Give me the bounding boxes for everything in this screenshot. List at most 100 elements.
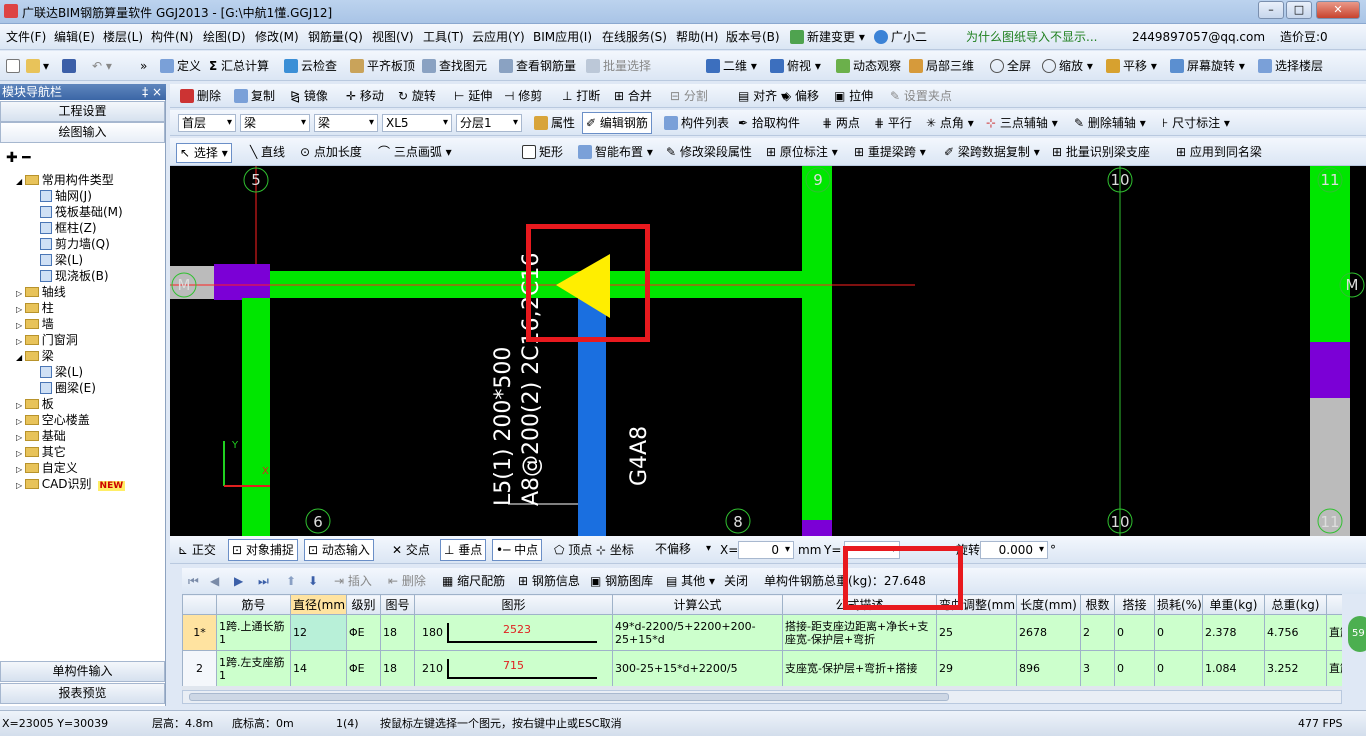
table-cell[interactable]: 25 xyxy=(936,614,1017,651)
table-cell[interactable]: 1.084 xyxy=(1202,650,1265,687)
table-cell[interactable]: 支座宽-保护层+弯折+搭接 xyxy=(782,650,937,687)
two-points-button[interactable]: ⋕ 两点 xyxy=(822,114,860,132)
project-settings-button[interactable]: 工程设置 xyxy=(0,101,165,122)
table-cell[interactable]: 0 xyxy=(1114,614,1155,651)
table-cell[interactable]: 0 xyxy=(1114,650,1155,687)
select-floor-button[interactable]: 选择楼层 xyxy=(1258,57,1323,75)
split-button[interactable]: ⊟ 分割 xyxy=(670,87,708,105)
beam-vertical-mid[interactable] xyxy=(802,166,832,536)
table-cell[interactable]: 300-25+15*d+2200/5 xyxy=(612,650,783,687)
menu-new-change[interactable]: 新建变更 ▾ xyxy=(790,28,865,46)
modify-span-attr-button[interactable]: ✎ 修改梁段属性 xyxy=(666,143,752,161)
move-down-icon[interactable]: ⬇ xyxy=(308,572,318,590)
menu-edit[interactable]: 编辑(E) xyxy=(54,28,95,46)
tree-item[interactable]: 筏板基础(M) xyxy=(40,204,123,220)
scrollbar-thumb[interactable] xyxy=(189,693,949,701)
column-header[interactable]: 钢 xyxy=(1326,594,1342,615)
new-file-icon[interactable] xyxy=(6,57,23,75)
table-row[interactable]: 2 1跨.左支座筋1 14 ΦE 18 210 715 300-25+15*d+2200/5 支… xyxy=(182,650,1342,687)
table-cell[interactable]: 14 xyxy=(290,650,347,687)
menu-modify[interactable]: 修改(M) xyxy=(255,28,299,46)
column-header[interactable]: 搭接 xyxy=(1114,594,1155,615)
table-cell[interactable]: 2 xyxy=(1080,614,1115,651)
tree-item[interactable]: 圈梁(E) xyxy=(40,380,96,396)
minimize-button[interactable]: – xyxy=(1258,1,1284,19)
save-icon[interactable] xyxy=(62,57,79,75)
account-email[interactable]: 2449897057@qq.com xyxy=(1132,28,1265,46)
table-cell[interactable]: 49*d-2200/5+2200+200-25+15*d xyxy=(612,614,783,651)
column-header[interactable]: 总重(kg) xyxy=(1264,594,1327,615)
expand-collapse-icons[interactable]: ✚ ━ xyxy=(6,150,31,166)
column-header[interactable]: 长度(mm) xyxy=(1016,594,1081,615)
table-cell[interactable]: 直筋 xyxy=(1326,614,1342,651)
layer-select[interactable]: 分层1 xyxy=(456,114,522,132)
intersection-snap[interactable]: ✕ 交点 xyxy=(392,541,430,559)
tree-item[interactable]: ▷ CAD识别 NEW xyxy=(16,476,126,494)
table-cell[interactable]: 3.252 xyxy=(1264,650,1327,687)
trim-button[interactable]: ⊣ 修剪 xyxy=(504,87,542,105)
move-button[interactable]: ✛ 移动 xyxy=(346,87,384,105)
column-header[interactable] xyxy=(182,594,217,615)
floating-badge[interactable]: 59 xyxy=(1348,616,1366,652)
table-cell[interactable]: 0 xyxy=(1154,650,1203,687)
rotate-input[interactable]: 0.000 xyxy=(980,541,1048,559)
define-button[interactable]: 定义 xyxy=(160,57,201,75)
table-cell[interactable]: 12 xyxy=(290,614,347,651)
cloud-check-button[interactable]: 云检查 xyxy=(284,57,337,75)
maximize-button[interactable]: □ xyxy=(1286,1,1312,19)
table-cell[interactable]: 4.756 xyxy=(1264,614,1327,651)
dynamic-view-button[interactable]: 动态观察 xyxy=(836,57,901,75)
copy-span-data-dropdown[interactable]: ✐ 梁跨数据复制 ▾ xyxy=(944,143,1040,161)
beam-label-size[interactable]: L5(1) 200*500 xyxy=(491,347,516,506)
table-cell[interactable]: 210 715 xyxy=(414,650,613,687)
expand-icon[interactable]: ▷ xyxy=(16,417,25,426)
offset-select[interactable]: 不偏移 xyxy=(652,541,714,559)
expand-icon[interactable]: ◢ xyxy=(16,353,25,362)
tree-item[interactable]: 梁(L) xyxy=(40,364,83,380)
column-header[interactable]: 图形 xyxy=(414,594,613,615)
nav-last-icon[interactable]: ⏭ xyxy=(258,572,269,590)
drawing-input-button[interactable]: 绘图输入 xyxy=(0,122,165,143)
align-slab-top-button[interactable]: 平齐板顶 xyxy=(350,57,415,75)
expand-icon[interactable]: ▷ xyxy=(16,433,25,442)
ortho-toggle[interactable]: ⊾ 正交 xyxy=(178,541,216,559)
column[interactable] xyxy=(1310,342,1350,398)
stretch-button[interactable]: ▣ 拉伸 xyxy=(834,87,873,105)
component-select[interactable]: XL5 xyxy=(382,114,452,132)
column[interactable] xyxy=(214,264,270,300)
re-extract-span-dropdown[interactable]: ⊞ 重提梁跨 ▾ xyxy=(854,143,926,161)
rotate-button[interactable]: ↻ 旋转 xyxy=(398,87,436,105)
scale-rebar-button[interactable]: ▦ 缩尺配筋 xyxy=(442,572,505,590)
copy-button[interactable]: 复制 xyxy=(234,87,275,105)
report-preview-button[interactable]: 报表预览 xyxy=(0,683,165,704)
menu-draw[interactable]: 绘图(D) xyxy=(203,28,246,46)
mirror-button[interactable]: ⧎ 镜像 xyxy=(290,87,328,105)
rebar-library-button[interactable]: ▣ 钢筋图库 xyxy=(590,572,653,590)
in-place-annotation-dropdown[interactable]: ⊞ 原位标注 ▾ xyxy=(766,143,838,161)
perpendicular-snap[interactable]: ⊥ 垂点 xyxy=(440,539,487,561)
rectangle-button[interactable]: 矩形 xyxy=(522,143,563,161)
table-cell[interactable]: ΦE xyxy=(346,650,381,687)
expand-icon[interactable]: ▷ xyxy=(16,305,25,314)
nav-prev-icon[interactable]: ◀ xyxy=(210,572,219,590)
tree-item[interactable]: 现浇板(B) xyxy=(40,268,109,284)
single-component-input-button[interactable]: 单构件输入 xyxy=(0,661,165,682)
open-folder-icon[interactable]: ▾ xyxy=(26,57,49,75)
table-cell[interactable]: ΦE xyxy=(346,614,381,651)
table-cell[interactable]: 2678 xyxy=(1016,614,1081,651)
dynamic-input-toggle[interactable]: ⊡ 动态输入 xyxy=(304,539,374,561)
rebar-info-button[interactable]: ⊞ 钢筋信息 xyxy=(518,572,580,590)
extend-button[interactable]: ⊢ 延伸 xyxy=(454,87,492,105)
column-header[interactable]: 单重(kg) xyxy=(1202,594,1265,615)
three-point-axis-dropdown[interactable]: ⊹ 三点辅轴 ▾ xyxy=(986,114,1058,132)
menu-version[interactable]: 版本号(B) xyxy=(726,28,780,46)
tree-item[interactable]: 剪力墙(Q) xyxy=(40,236,110,252)
beam-vertical-left[interactable] xyxy=(242,298,270,536)
horizontal-scrollbar[interactable] xyxy=(182,690,1342,704)
menu-rebar[interactable]: 钢筋量(Q) xyxy=(308,28,363,46)
table-row[interactable]: 1* 1跨.上通长筋1 12 ΦE 18 180 2523 49*d-2200/5+2200+… xyxy=(182,614,1342,651)
overflow-icon[interactable]: » xyxy=(140,57,147,75)
zoom-dropdown[interactable]: 缩放 ▾ xyxy=(1042,57,1093,75)
drawing-canvas[interactable]: 5 9 10 11 6 8 10 11 M M L5(1) 200*500 A8… xyxy=(170,166,1366,536)
three-point-arc-dropdown[interactable]: ⌒ 三点画弧 ▾ xyxy=(378,143,452,161)
